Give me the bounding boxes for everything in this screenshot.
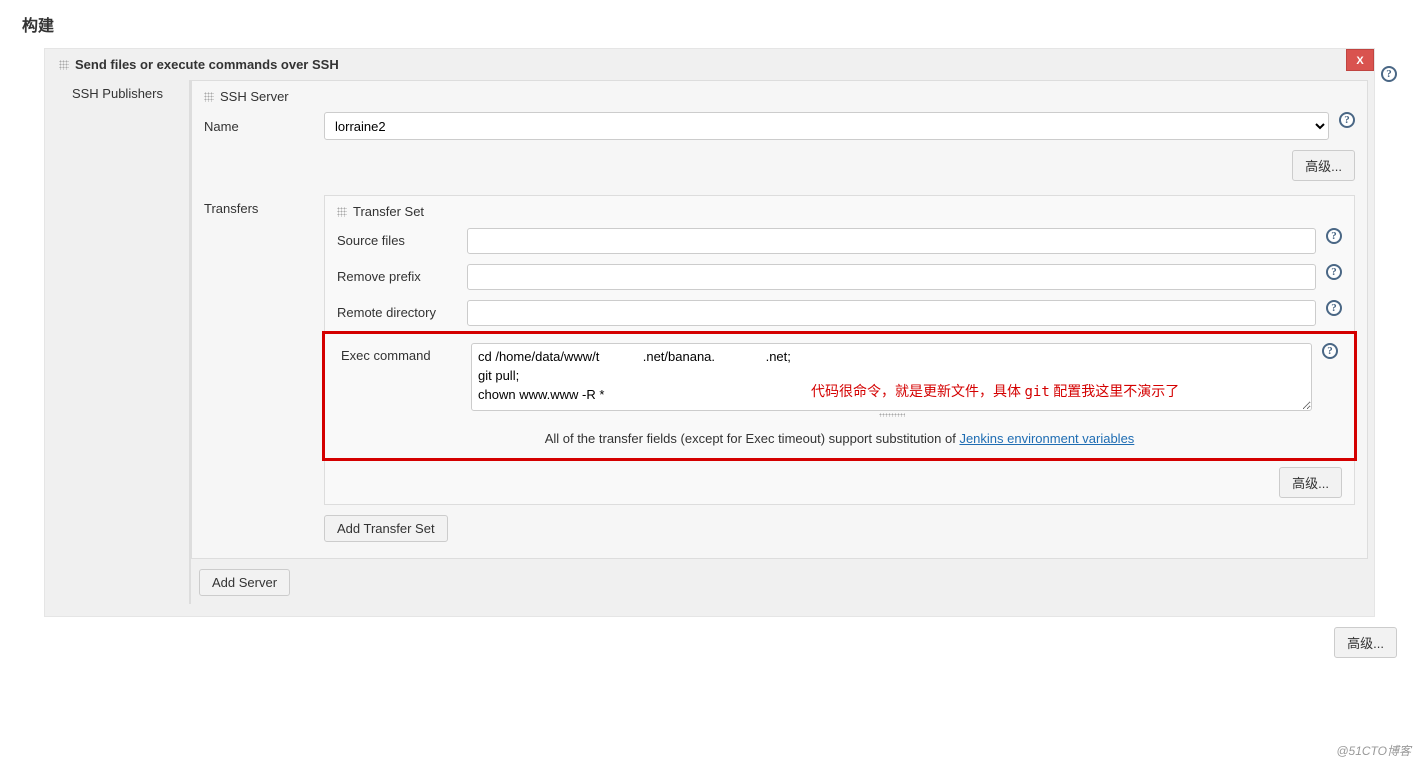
remove-prefix-label: Remove prefix: [337, 264, 457, 284]
remote-directory-input[interactable]: [467, 300, 1316, 326]
exec-command-textarea[interactable]: cd /home/data/www/t .net/banana. .net; g…: [471, 343, 1312, 411]
resize-handle-icon[interactable]: [471, 412, 1312, 418]
exec-command-label: Exec command: [341, 343, 461, 363]
source-files-label: Source files: [337, 228, 457, 248]
transfers-label: Transfers: [204, 191, 324, 216]
ssh-publishers-label: SSH Publishers: [51, 80, 171, 604]
drag-handle-icon[interactable]: [59, 60, 69, 70]
add-server-button[interactable]: Add Server: [199, 569, 290, 596]
close-step-button[interactable]: X: [1346, 49, 1374, 71]
help-icon[interactable]: ?: [1339, 112, 1355, 128]
help-icon[interactable]: ?: [1326, 264, 1342, 280]
transfer-note: All of the transfer fields (except for E…: [329, 423, 1350, 454]
advanced-button[interactable]: 高级...: [1334, 627, 1397, 658]
drag-handle-icon[interactable]: [204, 92, 214, 102]
ssh-server-title: SSH Server: [220, 89, 289, 104]
transfer-set-title: Transfer Set: [353, 204, 424, 219]
remote-directory-label: Remote directory: [337, 300, 457, 320]
help-icon[interactable]: ?: [1322, 343, 1338, 359]
advanced-button[interactable]: 高级...: [1279, 467, 1342, 498]
advanced-button[interactable]: 高级...: [1292, 150, 1355, 181]
name-label: Name: [204, 119, 324, 134]
help-icon[interactable]: ?: [1381, 66, 1397, 82]
step-title: Send files or execute commands over SSH: [75, 57, 339, 72]
remove-prefix-input[interactable]: [467, 264, 1316, 290]
env-variables-link[interactable]: Jenkins environment variables: [959, 431, 1134, 446]
section-title: 构建: [22, 12, 1419, 36]
watermark-text: @51CTO博客: [1336, 742, 1411, 759]
server-name-select[interactable]: lorraine2: [324, 112, 1329, 140]
add-transfer-set-button[interactable]: Add Transfer Set: [324, 515, 448, 542]
help-icon[interactable]: ?: [1326, 300, 1342, 316]
drag-handle-icon[interactable]: [337, 207, 347, 217]
help-icon[interactable]: ?: [1326, 228, 1342, 244]
source-files-input[interactable]: [467, 228, 1316, 254]
